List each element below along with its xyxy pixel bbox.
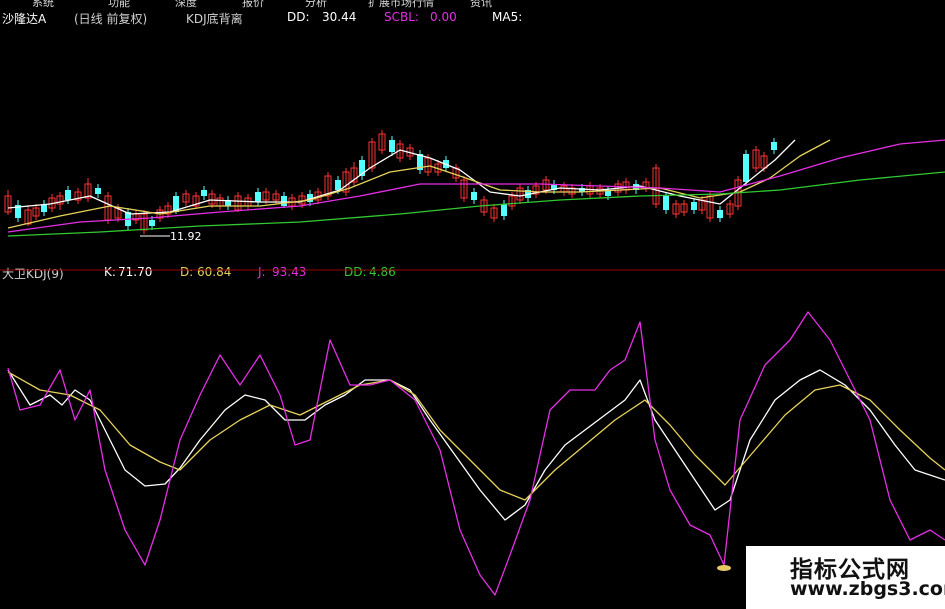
price-annotation-group: 11.92 — [140, 230, 202, 243]
watermark-logo: 指标公式网 www.zbgs3.com — [746, 546, 945, 609]
candle-body — [201, 190, 207, 196]
candle-body — [41, 205, 47, 212]
candle-body — [281, 196, 287, 206]
candlestick-series — [4, 130, 777, 234]
ma-white-line — [7, 139, 796, 215]
stock-chart[interactable]: 11.92 — [0, 0, 945, 609]
d-line — [7, 371, 945, 501]
candle-body — [771, 142, 777, 150]
price-annotation-label: 11.92 — [170, 230, 202, 243]
candle-body — [471, 192, 477, 200]
watermark-url: www.zbgs3.com — [790, 578, 945, 600]
candle-body — [149, 220, 155, 226]
candle-body — [95, 188, 101, 194]
candle-body — [663, 196, 669, 210]
candle-body — [501, 204, 507, 216]
candle-body — [743, 154, 749, 182]
candle-body — [255, 192, 261, 202]
moving-average-series — [7, 139, 945, 237]
bottom-divergence-marker — [717, 565, 731, 571]
candle-body — [691, 202, 697, 210]
candle-body — [65, 190, 71, 200]
k-line — [7, 369, 945, 521]
candle-body — [335, 180, 341, 190]
candle-body — [389, 140, 395, 152]
candle-body — [717, 210, 723, 218]
